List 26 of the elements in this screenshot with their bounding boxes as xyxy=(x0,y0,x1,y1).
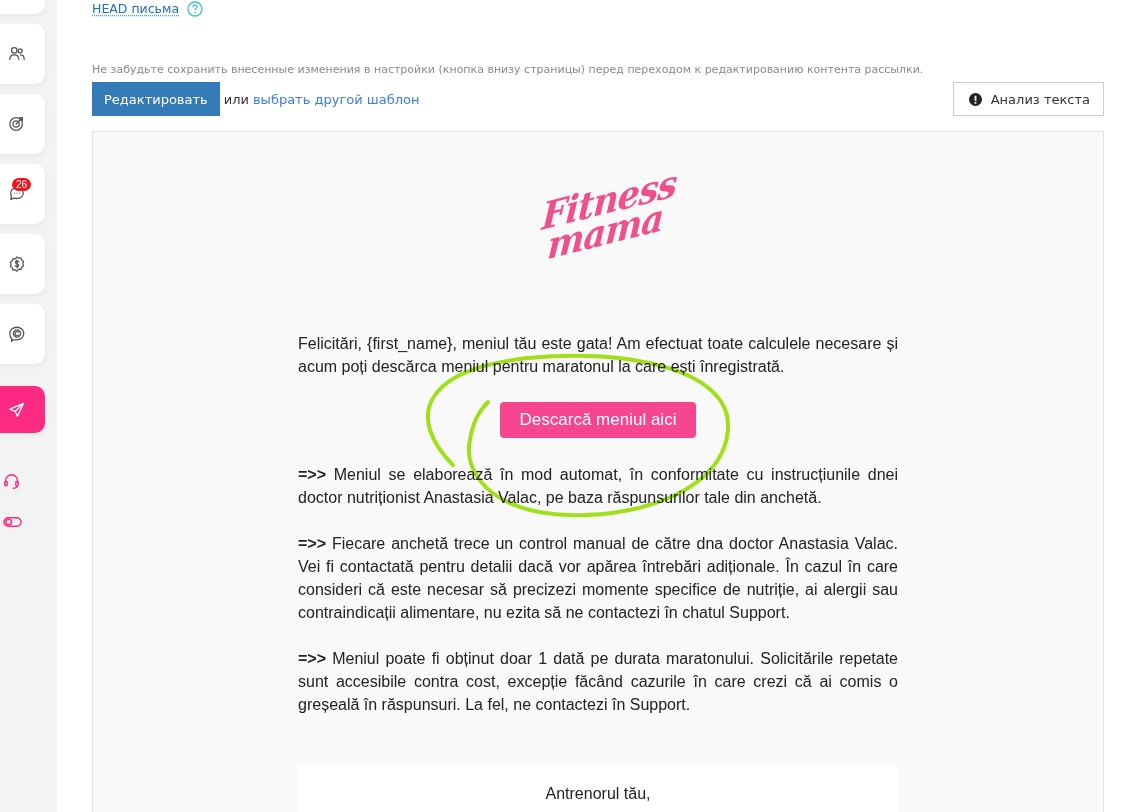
sidebar-item[interactable] xyxy=(0,24,45,84)
dollar-badge-icon xyxy=(8,255,26,273)
sidebar-item[interactable] xyxy=(0,386,45,433)
sidebar-item[interactable] xyxy=(0,94,45,154)
notification-badge: 26 xyxy=(12,178,32,191)
people-icon xyxy=(8,45,26,63)
sidebar-item[interactable]: 26 xyxy=(0,164,45,224)
help-icon[interactable] xyxy=(187,0,204,17)
choose-template-link[interactable]: выбрать другой шаблон xyxy=(252,91,420,107)
exclamation-icon xyxy=(968,92,982,106)
sidebar-item[interactable] xyxy=(0,234,45,294)
sidebar-item[interactable] xyxy=(0,304,45,364)
headset-icon[interactable] xyxy=(3,473,20,490)
target-icon xyxy=(8,115,26,133)
info-paragraph: =>> Fiecare anchetă trece un control manual de către dna doctor Anastasia Valac. Vei fi contactată pentru detalii dacă vor apărea întrebări adiționale. În cazul în care consideri că este necesar să precizezi momente specifice de nutriție, ai alergii sau contraindicații alimentare, nu ezita să ne contactezi în chatul Support. xyxy=(298,534,898,623)
send-icon xyxy=(8,400,26,419)
text-analysis-button[interactable]: Анализ текста xyxy=(952,82,1104,116)
download-menu-button[interactable]: Descarcă meniul aici xyxy=(499,402,697,438)
toggle-icon[interactable] xyxy=(3,516,22,528)
signature-text: Antrenorul tău, xyxy=(545,785,651,804)
edit-button[interactable]: Редактировать xyxy=(92,82,220,116)
info-paragraph: =>> Meniul poate fi obținut doar 1 dată pe durata maratonului. Solicitările repetate sunt accesibile contra cost, excepție făcând cazurile în care crezi că ai comis o greșeală în răspunsuri. La fel, ne contactezi în Support. xyxy=(298,649,898,715)
at-chat-icon xyxy=(8,325,26,343)
notice-text: Не забудьте сохранить внесенные изменения в настройки (кнопка внизу страницы) перед переходом к редактированию контента рассылки. xyxy=(92,62,925,78)
head-link[interactable]: HEAD письма xyxy=(92,1,180,16)
or-text: или xyxy=(223,91,249,107)
